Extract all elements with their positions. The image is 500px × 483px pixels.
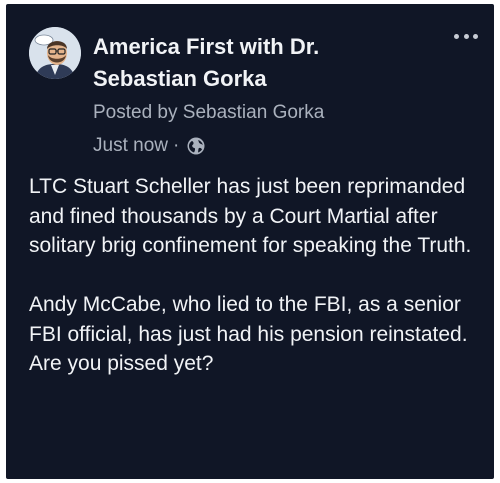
globe-icon xyxy=(186,136,206,156)
more-options-icon[interactable] xyxy=(454,31,478,41)
post-body: LTC Stuart Scheller has just been reprim… xyxy=(29,172,489,379)
more-dot xyxy=(473,33,478,39)
post-timestamp[interactable]: Just now xyxy=(93,134,168,158)
meta-separator: · xyxy=(172,135,180,156)
post-paragraph: Andy McCabe, who lied to the FBI, as a s… xyxy=(29,293,468,375)
more-dot xyxy=(454,33,459,39)
post-paragraph: LTC Stuart Scheller has just been reprim… xyxy=(29,175,472,257)
page-avatar[interactable] xyxy=(29,27,81,79)
post-card: America First with Dr. Sebastian Gorka P… xyxy=(6,4,494,479)
more-dot xyxy=(463,33,469,39)
posted-by-label: Posted by Sebastian Gorka xyxy=(93,102,325,123)
post-meta: Just now · xyxy=(93,134,206,158)
page-name[interactable]: America First with Dr. Sebastian Gorka xyxy=(93,31,423,95)
